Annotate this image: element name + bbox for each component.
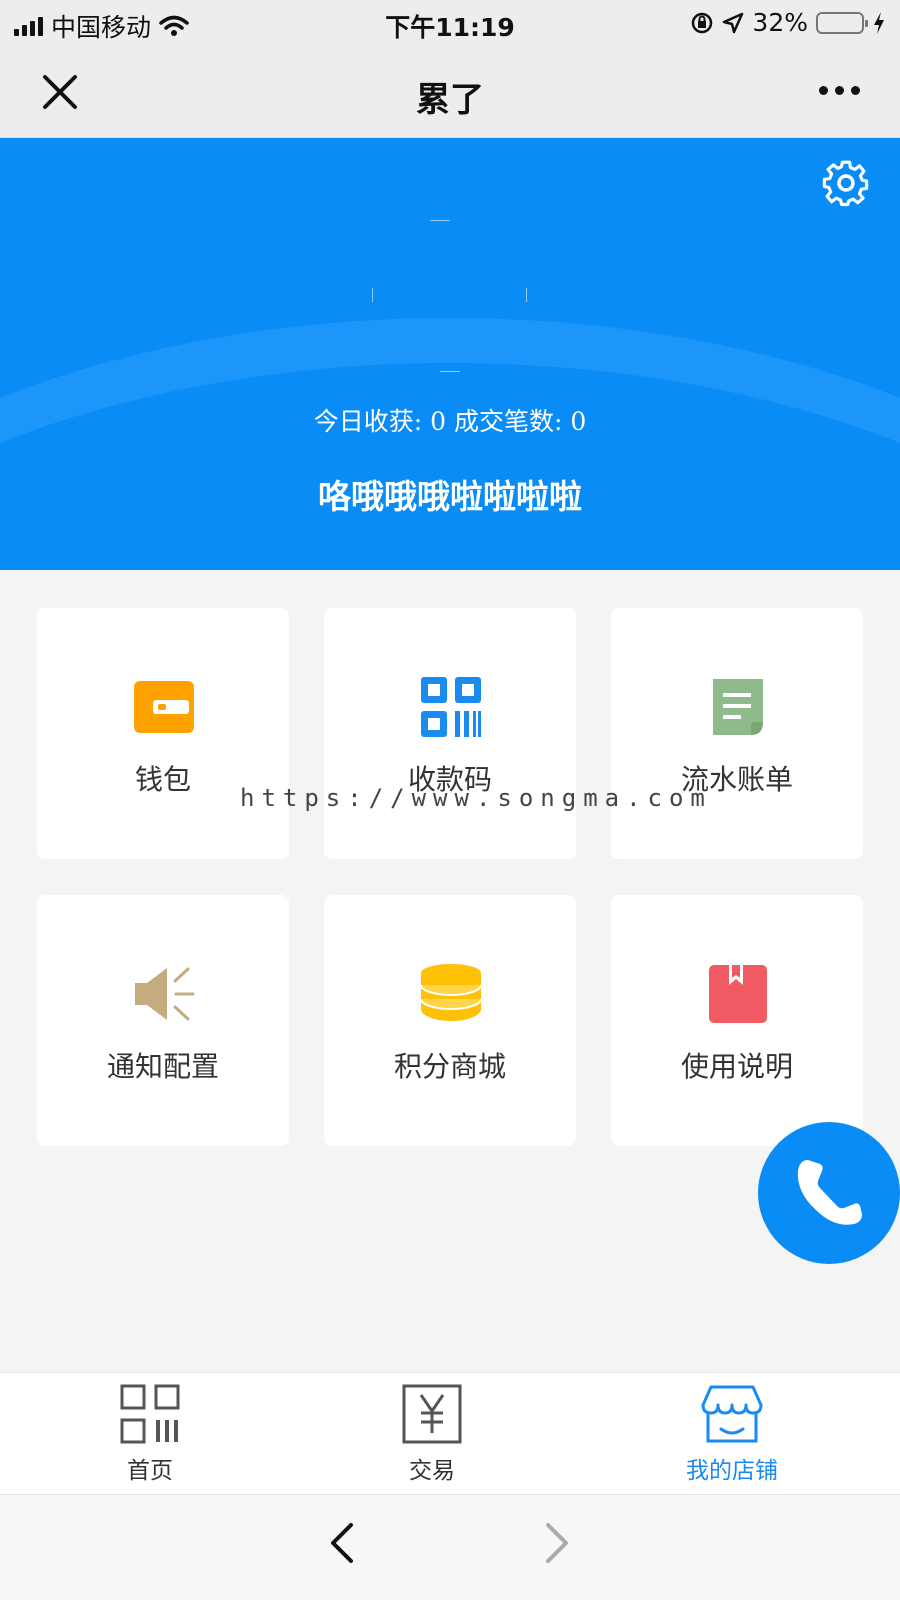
shop-name: 咯哦哦哦啦啦啦啦: [318, 477, 582, 516]
more-icon[interactable]: [819, 86, 860, 95]
page-title: 累了: [416, 80, 484, 120]
menu-label: 通知配置: [106, 1050, 219, 1083]
qr-frame-mark: [372, 288, 373, 302]
qr-scan-icon: [120, 1384, 180, 1444]
today-stats: 今日收获: 0 成交笔数: 0: [313, 407, 587, 436]
menu-grid: 钱包 收款码 流水账单 通知配置 积分商城 使用说明: [37, 608, 863, 1146]
charging-bolt-icon: [874, 11, 884, 34]
menu-label: 使用说明: [680, 1050, 793, 1083]
qr-frame-mark: [440, 371, 460, 372]
bookmark-book-icon: [709, 965, 767, 1023]
battery-icon: [816, 11, 868, 34]
status-bar: 中国移动 下午11:19 32%: [0, 0, 900, 46]
qr-frame-mark: [526, 288, 527, 302]
menu-label: 积分商城: [393, 1050, 506, 1083]
phone-icon: [797, 1160, 862, 1225]
menu-item-qr-code[interactable]: 收款码: [324, 608, 576, 859]
nav-bar: 累了: [0, 46, 900, 138]
tab-home[interactable]: 首页: [80, 1383, 220, 1485]
shop-header: 今日收获: 0 成交笔数: 0 咯哦哦哦啦啦啦啦: [0, 138, 900, 570]
menu-item-statement[interactable]: 流水账单: [611, 608, 863, 859]
tab-bar: 首页 交易 我的店铺: [0, 1372, 900, 1494]
watermark-text: https://www.songma.com: [240, 784, 712, 812]
menu-item-manual[interactable]: 使用说明: [611, 895, 863, 1146]
bill-icon: [713, 679, 763, 735]
battery-percent: 32%: [752, 8, 808, 37]
status-right: 32%: [690, 8, 886, 37]
store-icon: [701, 1385, 763, 1443]
coins-icon: [420, 964, 482, 1021]
call-button[interactable]: [758, 1122, 900, 1264]
settings-gear-icon[interactable]: [820, 156, 872, 208]
tab-label: 我的店铺: [686, 1458, 778, 1484]
wallet-icon: [134, 681, 194, 733]
qr-frame-mark: [430, 220, 450, 221]
qr-code-icon: [421, 677, 481, 737]
tab-my-shop[interactable]: 我的店铺: [662, 1383, 802, 1485]
rotation-lock-icon: [692, 12, 713, 33]
location-arrow-icon: [723, 12, 744, 33]
forward-arrow-icon[interactable]: [540, 1521, 574, 1565]
tab-trade[interactable]: 交易: [362, 1383, 502, 1485]
menu-item-points-mall[interactable]: 积分商城: [324, 895, 576, 1146]
tab-label: 首页: [127, 1458, 173, 1484]
browser-toolbar: [0, 1494, 900, 1600]
menu-item-notify[interactable]: 通知配置: [37, 895, 289, 1146]
tab-label: 交易: [409, 1458, 455, 1484]
menu-item-wallet[interactable]: 钱包: [37, 608, 289, 859]
speaker-icon: [135, 967, 195, 1021]
yuan-receipt-icon: [402, 1384, 462, 1444]
back-arrow-icon[interactable]: [325, 1521, 359, 1565]
